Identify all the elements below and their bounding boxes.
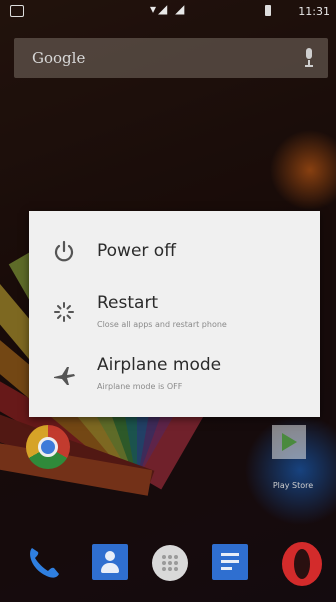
restart-icon — [51, 299, 77, 325]
restart-subtitle: Close all apps and restart phone — [97, 320, 227, 329]
restart-label: Restart — [97, 293, 159, 313]
signal-icon: ▾◢ ◢ — [150, 2, 187, 16]
clock: 11:31 — [298, 5, 330, 18]
airplane-icon — [51, 363, 77, 389]
status-bar: ▾◢ ◢ 11:31 — [0, 0, 336, 24]
power-off-label: Power off — [97, 241, 176, 261]
google-logo: Google — [32, 49, 86, 67]
power-icon — [51, 239, 77, 265]
phone-icon[interactable] — [22, 540, 66, 584]
play-store-label: Play Store — [272, 481, 314, 490]
chrome-icon[interactable] — [26, 425, 70, 469]
app-drawer-icon[interactable] — [152, 545, 188, 581]
notification-icon — [10, 5, 24, 17]
airplane-mode-label: Airplane mode — [97, 355, 222, 375]
opera-icon[interactable] — [282, 542, 322, 586]
contacts-icon[interactable] — [92, 544, 128, 580]
airplane-mode-option[interactable]: Airplane mode Airplane mode is OFF — [29, 347, 320, 409]
power-options-dialog: Power off Restart Close all apps and res… — [29, 211, 320, 417]
messages-icon[interactable] — [212, 544, 248, 580]
airplane-mode-subtitle: Airplane mode is OFF — [97, 382, 183, 391]
restart-option[interactable]: Restart Close all apps and restart phone — [29, 283, 320, 345]
microphone-icon[interactable] — [304, 48, 314, 68]
play-store-icon[interactable] — [272, 425, 306, 459]
battery-icon — [265, 5, 271, 16]
google-search-bar[interactable]: Google — [14, 38, 328, 78]
power-off-option[interactable]: Power off — [29, 221, 320, 283]
